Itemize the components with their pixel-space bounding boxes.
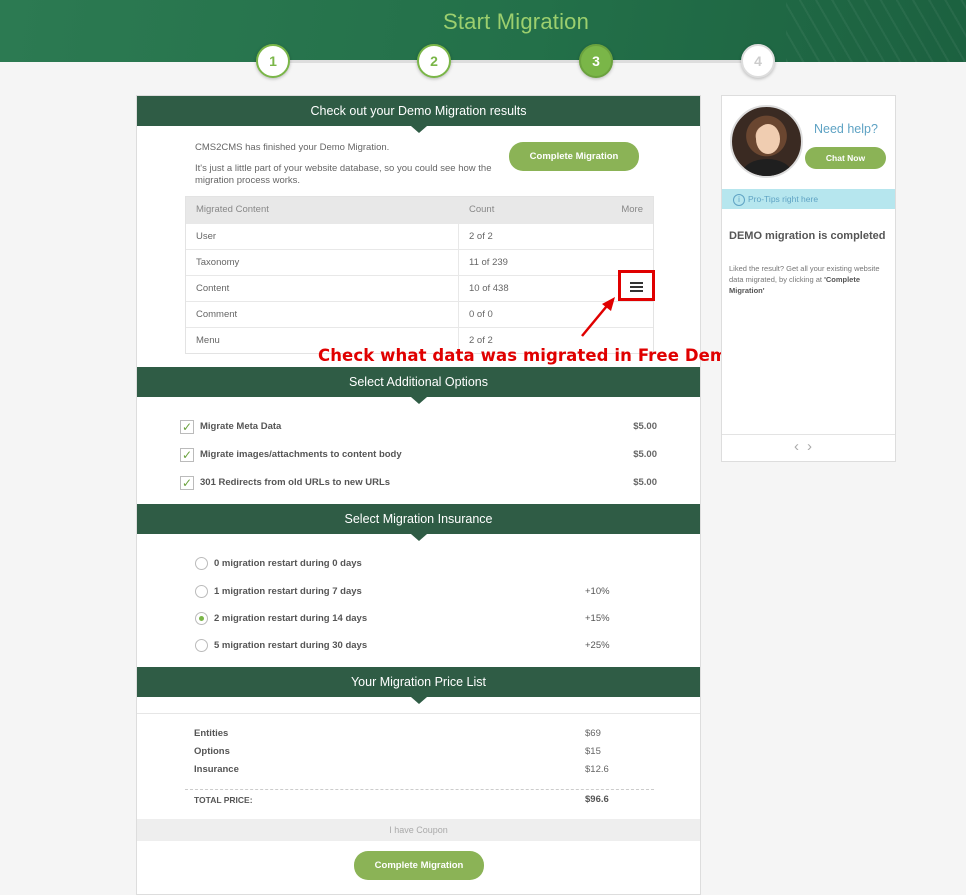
- price-label: Options: [194, 746, 230, 757]
- migration-panel: Check out your Demo Migration results CM…: [136, 95, 701, 895]
- pricelist-section-title: Your Migration Price List: [137, 667, 700, 704]
- intro-line-1: CMS2CMS has finished your Demo Migration…: [195, 142, 390, 153]
- header-count: Count: [469, 204, 495, 215]
- table-header: Migrated Content Count More: [186, 197, 653, 223]
- intro-line-2: It's just a little part of your website …: [195, 162, 492, 187]
- insurance-section-title: Select Migration Insurance: [137, 504, 700, 541]
- insurance-label: 5 migration restart during 30 days: [214, 640, 368, 651]
- options-section-title: Select Additional Options: [137, 367, 700, 404]
- option-label: 301 Redirects from old URLs to new URLs: [200, 477, 391, 488]
- radio-button[interactable]: [195, 585, 208, 598]
- header-content: Migrated Content: [196, 204, 269, 215]
- insurance-label: 2 migration restart during 14 days: [214, 613, 368, 624]
- results-intro: CMS2CMS has finished your Demo Migration…: [195, 142, 495, 196]
- info-icon: i: [733, 193, 745, 206]
- price-label: Entities: [194, 728, 229, 739]
- insurance-option-0[interactable]: 0 migration restart during 0 days: [195, 557, 615, 571]
- option-meta-data[interactable]: ✓ Migrate Meta Data $5.00: [180, 419, 660, 435]
- page-title: Start Migration: [442, 9, 590, 34]
- option-price: $5.00: [633, 421, 657, 432]
- annotation-text: Check what data was migrated in Free Dem…: [318, 346, 739, 365]
- insurance-option-1[interactable]: 1 migration restart during 7 days +10%: [195, 585, 615, 599]
- chevron-right-icon[interactable]: ›: [807, 438, 820, 455]
- check-icon[interactable]: ✓: [180, 476, 194, 490]
- step-2[interactable]: 2: [417, 44, 451, 78]
- radio-button[interactable]: [195, 639, 208, 652]
- complete-migration-button-bottom[interactable]: Complete Migration: [354, 851, 484, 880]
- table-row: Taxonomy 11 of 239: [186, 249, 653, 276]
- pro-tips-banner: i Pro-Tips right here: [722, 189, 895, 209]
- insurance-option-2[interactable]: 2 migration restart during 14 days +15%: [195, 612, 615, 626]
- option-label: Migrate Meta Data: [200, 421, 282, 432]
- price-insurance: Insurance $12.6: [194, 764, 654, 776]
- step-1[interactable]: 1: [256, 44, 290, 78]
- row-name: Content: [196, 283, 230, 294]
- step-3[interactable]: 3: [579, 44, 613, 78]
- table-row: User 2 of 2: [186, 223, 653, 250]
- option-redirects[interactable]: ✓ 301 Redirects from old URLs to new URL…: [180, 475, 660, 491]
- row-name: Taxonomy: [196, 257, 240, 268]
- row-name: Menu: [196, 335, 220, 346]
- chevron-left-icon[interactable]: ‹: [794, 438, 807, 455]
- carousel-nav: ‹›: [794, 438, 820, 455]
- support-avatar: [730, 105, 803, 178]
- insurance-label: 1 migration restart during 7 days: [214, 586, 362, 597]
- radio-button-selected[interactable]: [195, 612, 208, 625]
- price-label: Insurance: [194, 764, 239, 775]
- option-label: Migrate images/attachments to content bo…: [200, 449, 402, 460]
- need-help-label: Need help?: [814, 122, 878, 136]
- check-icon[interactable]: ✓: [180, 420, 194, 434]
- dashed-divider: [185, 789, 654, 790]
- total-value: $96.6: [585, 794, 609, 805]
- progress-line: [273, 60, 758, 63]
- insurance-option-3[interactable]: 5 migration restart during 30 days +25%: [195, 639, 615, 653]
- price-entities: Entities $69: [194, 728, 654, 740]
- option-images[interactable]: ✓ Migrate images/attachments to content …: [180, 447, 660, 463]
- row-count: 0 of 0: [469, 309, 493, 320]
- row-count: 2 of 2: [469, 231, 493, 242]
- radio-button[interactable]: [195, 557, 208, 570]
- insurance-label: 0 migration restart during 0 days: [214, 558, 362, 569]
- complete-migration-button-top[interactable]: Complete Migration: [509, 142, 639, 171]
- insurance-extra: +15%: [585, 613, 610, 624]
- row-name: User: [196, 231, 217, 242]
- row-name: Comment: [196, 309, 238, 320]
- help-sidebar: Need help? Chat Now i Pro-Tips right here…: [721, 95, 896, 462]
- header-more: More: [621, 204, 643, 215]
- coupon-link[interactable]: I have Coupon: [137, 819, 700, 841]
- menu-icon: [630, 282, 643, 294]
- step-4: 4: [741, 44, 775, 78]
- divider: [137, 713, 700, 714]
- option-price: $5.00: [633, 477, 657, 488]
- page-header: Start Migration: [0, 0, 966, 62]
- price-value: $69: [585, 728, 601, 739]
- price-options: Options $15: [194, 746, 654, 758]
- price-value: $15: [585, 746, 601, 757]
- more-menu-button[interactable]: [618, 270, 655, 301]
- price-total: TOTAL PRICE: $96.6: [194, 794, 654, 806]
- annotation-arrow-icon: [581, 297, 615, 337]
- chat-now-button[interactable]: Chat Now: [805, 147, 886, 169]
- option-price: $5.00: [633, 449, 657, 460]
- insurance-extra: +10%: [585, 586, 610, 597]
- check-icon[interactable]: ✓: [180, 448, 194, 462]
- pro-tips-label: Pro-Tips right here: [748, 194, 819, 204]
- tip-title: DEMO migration is completed: [729, 230, 886, 242]
- price-value: $12.6: [585, 764, 609, 775]
- total-label: TOTAL PRICE:: [194, 795, 253, 805]
- tip-text: Liked the result? Get all your existing …: [729, 263, 889, 296]
- sidebar-footer: ‹›: [722, 434, 895, 462]
- row-count: 11 of 239: [469, 257, 508, 268]
- results-section-title: Check out your Demo Migration results: [137, 96, 700, 133]
- row-count: 10 of 438: [469, 283, 509, 294]
- insurance-extra: +25%: [585, 640, 610, 651]
